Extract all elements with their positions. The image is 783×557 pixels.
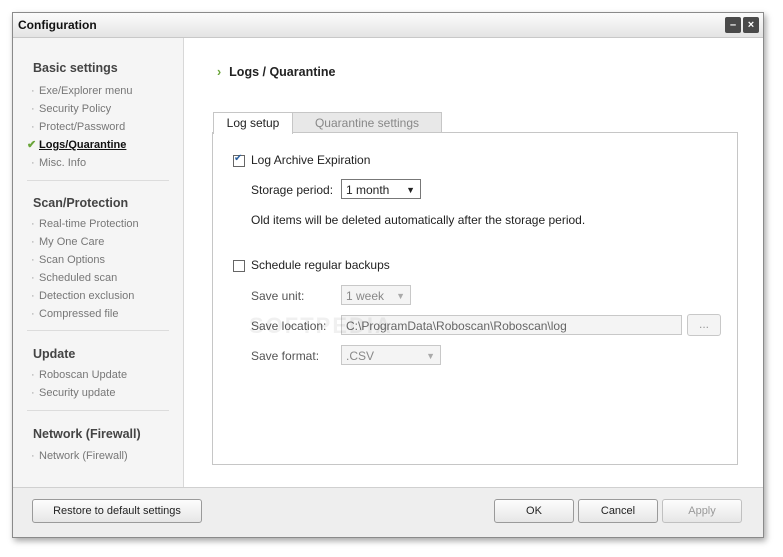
sidebar-item-security-update[interactable]: · Security update	[31, 387, 116, 399]
schedule-backups-label: Schedule regular backups	[251, 258, 390, 272]
bullet-icon: ·	[31, 290, 35, 302]
sidebar-item-network-firewall[interactable]: · Network (Firewall)	[31, 450, 128, 462]
bullet-icon: ·	[31, 387, 35, 399]
storage-period-label: Storage period:	[251, 183, 334, 197]
sidebar-item-my-one-care[interactable]: · My One Care	[31, 236, 105, 248]
bullet-icon: ·	[31, 450, 35, 462]
sidebar-item-label: Security Policy	[39, 103, 112, 115]
sidebar-item-roboscan-update[interactable]: · Roboscan Update	[31, 369, 128, 381]
browse-button[interactable]: ...	[687, 314, 721, 336]
tab-log-setup[interactable]: Log setup	[213, 112, 293, 134]
log-archive-checkbox[interactable]	[233, 153, 245, 167]
bullet-icon: ·	[31, 85, 35, 97]
sidebar-item-scheduled-scan[interactable]: · Scheduled scan	[31, 272, 118, 284]
log-archive-label: Log Archive Expiration	[251, 153, 371, 167]
sidebar-item-real-time-protection[interactable]: · Real-time Protection	[31, 218, 139, 230]
sidebar-divider	[27, 180, 169, 181]
window-title: Configuration	[18, 18, 97, 32]
sidebar-item-label: Scan Options	[39, 254, 106, 266]
sidebar-item-label: My One Care	[39, 236, 105, 248]
sidebar-item-label: Compressed file	[39, 308, 119, 320]
sidebar-divider	[27, 330, 169, 331]
sidebar-item-compressed-file[interactable]: · Compressed file	[31, 308, 119, 320]
footer-bar: Restore to default settings OK Cancel Ap…	[13, 487, 763, 537]
bullet-icon: ·	[31, 308, 35, 320]
section-title-scan-protection: Scan/Protection	[33, 196, 129, 210]
section-title-network-firewall: Network (Firewall)	[33, 427, 141, 441]
sidebar-item-misc-info[interactable]: · Misc. Info	[31, 157, 87, 169]
bullet-icon: ·	[31, 272, 35, 284]
storage-period-select[interactable]: 1 month ▼	[341, 179, 421, 199]
minimize-button[interactable]: –	[725, 17, 741, 33]
sidebar-item-label: Security update	[39, 387, 116, 399]
sidebar-item-label: Scheduled scan	[39, 272, 118, 284]
section-title-update: Update	[33, 347, 76, 361]
sidebar-item-exe-explorer-menu[interactable]: · Exe/Explorer menu	[31, 85, 133, 97]
sidebar-divider	[27, 410, 169, 411]
sidebar-item-detection-exclusion[interactable]: · Detection exclusion	[31, 290, 135, 302]
bullet-icon: ·	[31, 369, 35, 381]
save-format-select[interactable]: .CSV ▼	[341, 345, 441, 365]
chevron-down-icon: ▼	[426, 351, 435, 361]
sidebar-item-label: Misc. Info	[39, 157, 87, 169]
apply-button[interactable]: Apply	[662, 499, 742, 523]
storage-note: Old items will be deleted automatically …	[251, 213, 586, 227]
restore-defaults-button[interactable]: Restore to default settings	[32, 499, 202, 523]
sidebar-item-security-policy[interactable]: · Security Policy	[31, 103, 112, 115]
sidebar-item-label: Network (Firewall)	[39, 450, 128, 462]
checkmark-icon: ✔	[27, 139, 37, 151]
section-title-basic-settings: Basic settings	[33, 61, 118, 75]
sidebar-item-protect-password[interactable]: · Protect/Password	[31, 121, 126, 133]
bullet-icon: ·	[31, 121, 35, 133]
cancel-button[interactable]: Cancel	[578, 499, 658, 523]
bullet-icon: ·	[31, 157, 35, 169]
title-bar[interactable]: Configuration – ×	[13, 13, 763, 38]
bullet-icon: ·	[31, 236, 35, 248]
schedule-backups-checkbox[interactable]	[233, 260, 245, 272]
bullet-icon: ·	[31, 103, 35, 115]
bullet-icon: ·	[31, 218, 35, 230]
save-location-field[interactable]: C:\ProgramData\Roboscan\Roboscan\log	[341, 315, 682, 335]
sidebar-item-label: Protect/Password	[39, 121, 126, 133]
configuration-window: Configuration – × Basic settings · Exe/Ex…	[12, 12, 764, 538]
ok-button[interactable]: OK	[494, 499, 574, 523]
save-unit-label: Save unit:	[251, 289, 305, 303]
sidebar-item-label: Logs/Quarantine	[39, 139, 127, 151]
page-title-text: Logs / Quarantine	[229, 65, 336, 79]
save-unit-value: 1 week	[346, 289, 385, 303]
sidebar-item-label: Exe/Explorer menu	[39, 85, 133, 97]
bullet-icon: ·	[31, 254, 35, 266]
sidebar-item-label: Detection exclusion	[39, 290, 135, 302]
save-format-label: Save format:	[251, 349, 320, 363]
save-unit-select[interactable]: 1 week ▼	[341, 285, 411, 305]
storage-period-value: 1 month	[346, 183, 390, 197]
sidebar-item-scan-options[interactable]: · Scan Options	[31, 254, 106, 266]
chevron-right-icon: ›	[217, 65, 222, 79]
sidebar: Basic settings · Exe/Explorer menu · Secur…	[13, 38, 184, 487]
sidebar-item-label: Roboscan Update	[39, 369, 128, 381]
close-button[interactable]: ×	[743, 17, 759, 33]
page-title: › Logs / Quarantine	[217, 65, 335, 79]
log-setup-panel: Log Archive Expiration Storage period: 1…	[212, 132, 738, 465]
chevron-down-icon: ▼	[406, 185, 415, 195]
sidebar-item-logs-quarantine[interactable]: ✔ Logs/Quarantine	[27, 139, 127, 151]
sidebar-item-label: Real-time Protection	[39, 218, 139, 230]
tab-quarantine-settings[interactable]: Quarantine settings	[292, 112, 442, 133]
save-location-label: Save location:	[251, 319, 327, 333]
chevron-down-icon: ▼	[396, 291, 405, 301]
save-format-value: .CSV	[346, 349, 375, 363]
